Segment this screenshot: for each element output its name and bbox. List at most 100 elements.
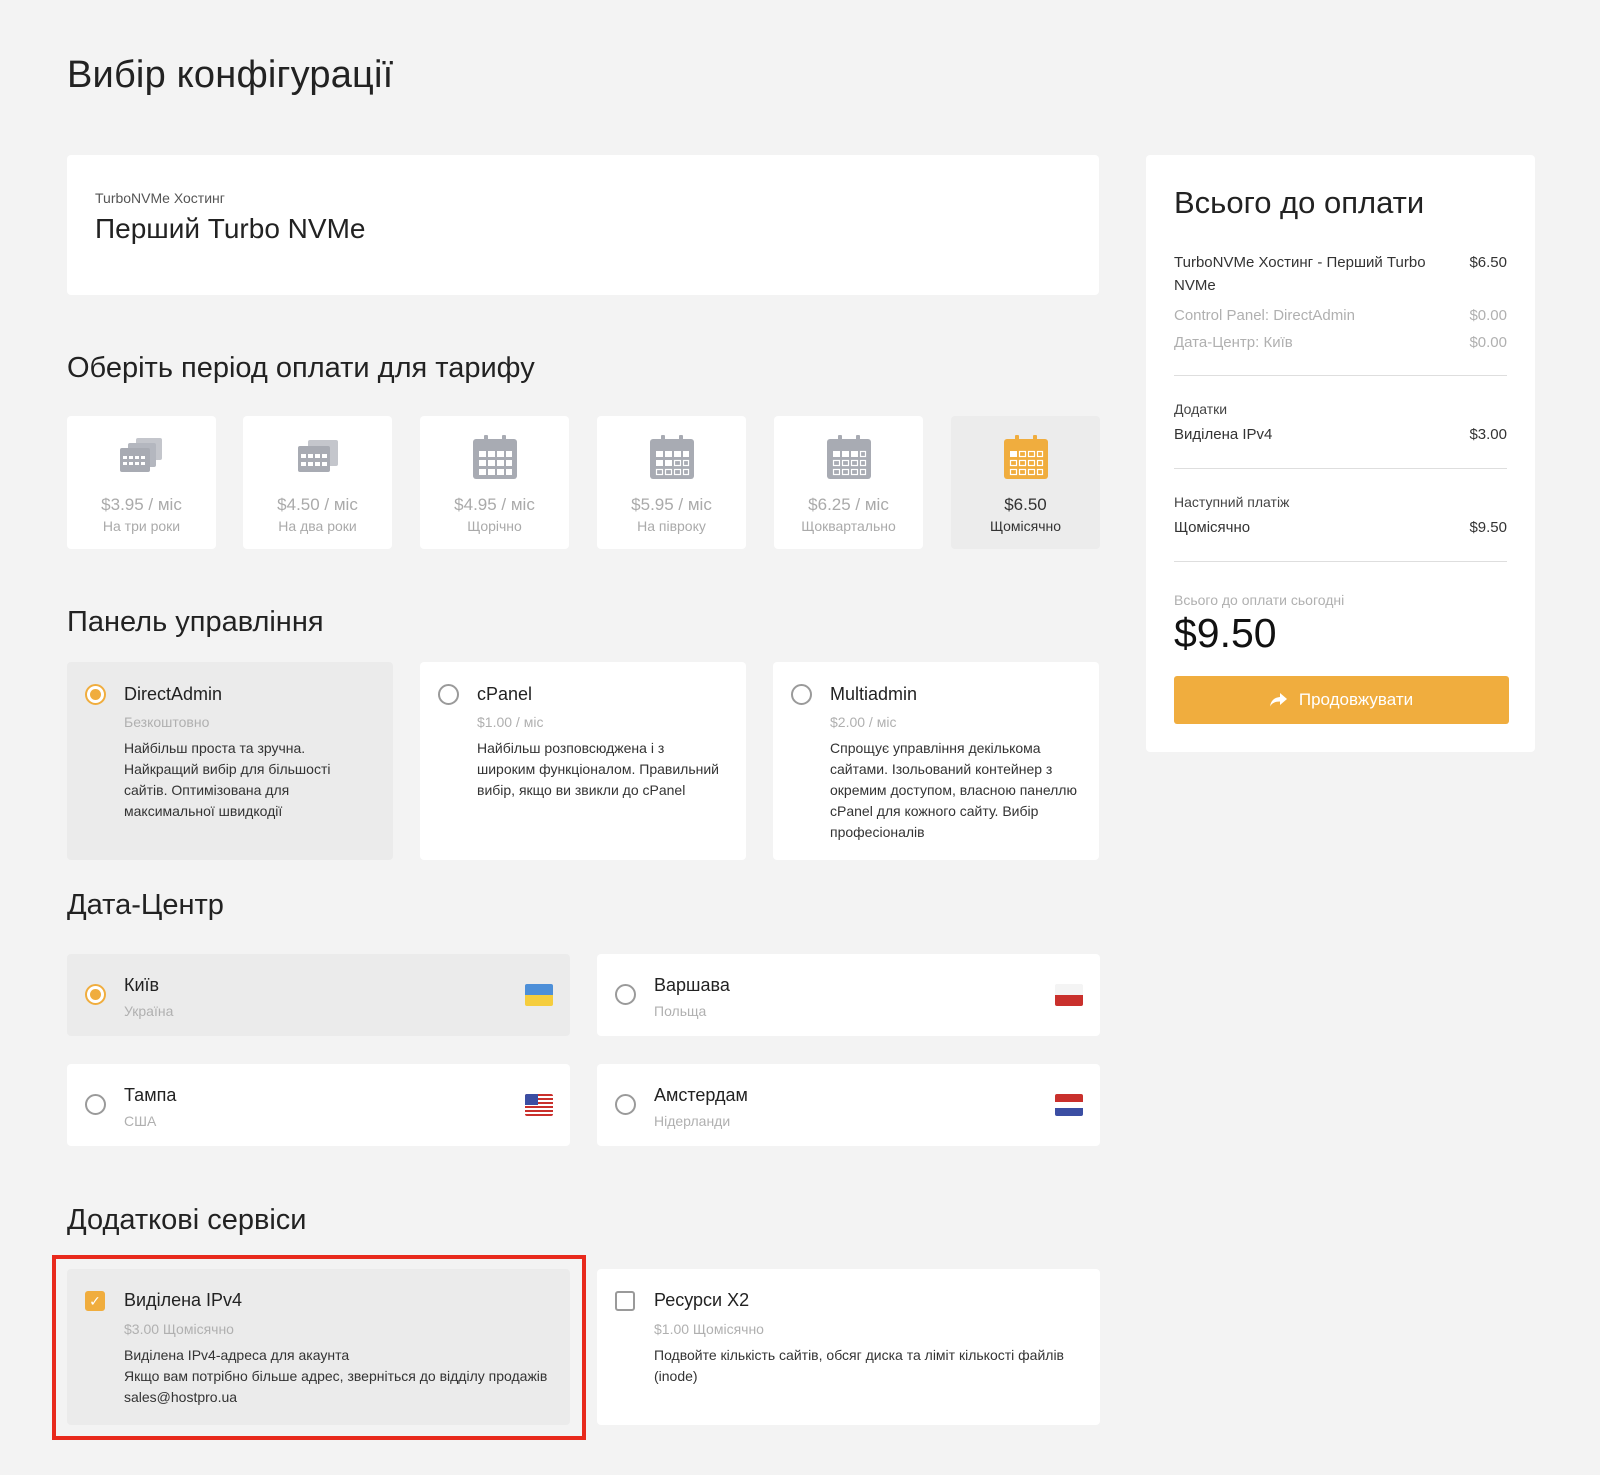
addons-heading: Додатки — [1174, 401, 1228, 417]
total-today-value: $9.50 — [1174, 610, 1277, 656]
period-option-3-years[interactable]: $3.95 / міс На три роки — [67, 416, 216, 549]
continue-button[interactable]: Продовжувати — [1174, 676, 1509, 724]
radio-button[interactable] — [85, 684, 106, 705]
period-label: На півроку — [637, 518, 706, 534]
dc-option-amsterdam[interactable]: Амстердам Нідерланди — [597, 1064, 1100, 1146]
addons-title: Додаткові сервіси — [67, 1204, 307, 1236]
addon-name: Ресурси X2 — [654, 1290, 750, 1310]
addon-name: Виділена IPv4 — [124, 1290, 243, 1310]
dc-option-kyiv[interactable]: Київ Україна — [67, 954, 570, 1036]
panel-name: DirectAdmin — [124, 684, 223, 704]
period-price: $3.95 / міс — [101, 495, 182, 514]
control-panel-title: Панель управління — [67, 606, 324, 638]
dc-option-tampa[interactable]: Тампа США — [67, 1064, 570, 1146]
period-option-2-years[interactable]: $4.50 / міс На два роки — [243, 416, 392, 549]
panel-name: Multiadmin — [830, 684, 918, 704]
addon-description: Виділена IPv4-адреса для акаунта Якщо ва… — [124, 1345, 550, 1408]
nl-flag-icon — [1055, 1094, 1083, 1116]
line-label: TurboNVMe Хостинг - Перший Turbo NVMe — [1174, 254, 1426, 294]
addon-desc-line: Виділена IPv4-адреса для акаунта — [124, 1347, 350, 1363]
addon-resources-x2[interactable]: Ресурси X2 $1.00 Щомісячно Подвойте кіль… — [597, 1269, 1100, 1425]
panel-price: $1.00 / міс — [477, 714, 544, 730]
period-label: Щоквартально — [801, 518, 896, 534]
pl-flag-icon — [1055, 984, 1083, 1006]
addon-desc-line: Подвойте кількість сайтів, обсяг диска т… — [654, 1347, 1064, 1384]
datacenter-title: Дата-Центр — [67, 889, 224, 921]
checkbox-checked[interactable]: ✓ — [85, 1291, 105, 1311]
billing-period-title: Оберіть період оплати для тарифу — [67, 352, 535, 384]
period-label: Щомісячно — [989, 518, 1062, 534]
divider — [1174, 468, 1507, 469]
panel-description: Найбільш розповсюджена і з широким функц… — [477, 740, 719, 798]
product-name: Перший Turbo NVMe — [95, 213, 366, 244]
dc-country: Україна — [124, 1003, 174, 1019]
line-value: $0.00 — [1469, 334, 1507, 351]
addon-dedicated-ipv4[interactable]: ✓ Виділена IPv4 $3.00 Щомісячно Виділена… — [67, 1269, 570, 1425]
dc-city: Амстердам — [654, 1085, 748, 1105]
line-value: $9.50 — [1469, 519, 1507, 536]
period-option-half-year[interactable]: $5.95 / міс На півроку — [597, 416, 746, 549]
panel-option-multiadmin[interactable]: Multiadmin $2.00 / міс Спрощує управлінн… — [773, 662, 1099, 860]
addon-desc-line: Якщо вам потрібно більше адрес, зверніть… — [124, 1368, 548, 1405]
calendar-quarter-icon — [826, 435, 871, 479]
panel-option-directadmin[interactable]: DirectAdmin Безкоштовно Найбільш проста … — [67, 662, 393, 860]
period-label: Щорічно — [467, 518, 522, 534]
line-value: $6.50 — [1469, 254, 1507, 271]
addon-description: Подвойте кількість сайтів, обсяг диска т… — [654, 1345, 1080, 1387]
radio-button[interactable] — [615, 984, 636, 1005]
period-price: $4.50 / міс — [277, 495, 358, 514]
panel-description: Найбільш проста та зручна. Найкращий виб… — [124, 740, 331, 819]
period-price: $4.95 / міс — [454, 495, 535, 514]
period-label: На два роки — [278, 518, 357, 534]
period-price: $6.25 / міс — [808, 495, 889, 514]
product-card: TurboNVMe Хостинг Перший Turbo NVMe — [67, 155, 1099, 295]
line-value: $3.00 — [1469, 426, 1507, 443]
radio-button[interactable] — [85, 1094, 106, 1115]
product-category: TurboNVMe Хостинг — [95, 190, 225, 206]
dc-city: Варшава — [654, 975, 730, 995]
ua-flag-icon — [525, 984, 553, 1006]
order-summary: Всього до оплати TurboNVMe Хостинг - Пер… — [1146, 155, 1535, 752]
divider — [1174, 375, 1507, 376]
panel-option-cpanel[interactable]: cPanel $1.00 / міс Найбільш розповсюджен… — [420, 662, 746, 860]
billing-periods: $3.95 / міс На три роки $4.50 / міс На д… — [67, 416, 1100, 549]
calendar-stack-2-icon — [297, 440, 338, 472]
divider — [1174, 561, 1507, 562]
addon-price: $1.00 Щомісячно — [654, 1321, 764, 1337]
dc-country: США — [124, 1113, 157, 1129]
period-option-monthly[interactable]: $6.50 Щомісячно — [951, 416, 1100, 549]
summary-title: Всього до оплати — [1174, 185, 1425, 220]
us-flag-icon — [525, 1094, 553, 1116]
period-option-yearly[interactable]: $4.95 / міс Щорічно — [420, 416, 569, 549]
radio-button[interactable] — [85, 984, 106, 1005]
period-price: $6.50 — [1004, 495, 1047, 514]
panel-name: cPanel — [477, 684, 533, 704]
calendar-stack-3-icon — [119, 438, 162, 472]
control-panel-options: DirectAdmin Безкоштовно Найбільш проста … — [67, 662, 1099, 860]
total-today-label: Всього до оплати сьогодні — [1174, 592, 1345, 608]
line-label: Control Panel: DirectAdmin — [1174, 307, 1355, 324]
radio-button[interactable] — [791, 684, 812, 705]
dc-city: Тампа — [124, 1085, 177, 1105]
radio-button[interactable] — [615, 1094, 636, 1115]
summary-product-line: TurboNVMe Хостинг - Перший Turbo NVMe $6… — [1174, 251, 1507, 299]
dc-option-warsaw[interactable]: Варшава Польща — [597, 954, 1100, 1036]
line-label: Щомісячно — [1174, 519, 1251, 536]
line-label: Дата-Центр: Київ — [1174, 334, 1293, 351]
share-arrow-icon — [1269, 693, 1287, 707]
checkbox[interactable] — [615, 1291, 635, 1311]
calendar-half-icon — [649, 435, 694, 479]
continue-label: Продовжувати — [1298, 690, 1414, 709]
panel-price: Безкоштовно — [124, 714, 210, 730]
radio-button[interactable] — [438, 684, 459, 705]
period-label: На три роки — [102, 518, 181, 534]
period-option-quarterly[interactable]: $6.25 / міс Щоквартально — [774, 416, 923, 549]
period-price: $5.95 / міс — [631, 495, 712, 514]
addon-price: $3.00 Щомісячно — [124, 1321, 234, 1337]
calendar-full-icon — [472, 435, 517, 479]
page-title: Вибір конфігурації — [67, 54, 394, 96]
line-value: $0.00 — [1469, 307, 1507, 324]
panel-description: Спрощує управління декількома сайтами. І… — [830, 740, 1077, 840]
dc-country: Польща — [654, 1003, 707, 1019]
dc-city: Київ — [124, 975, 160, 995]
